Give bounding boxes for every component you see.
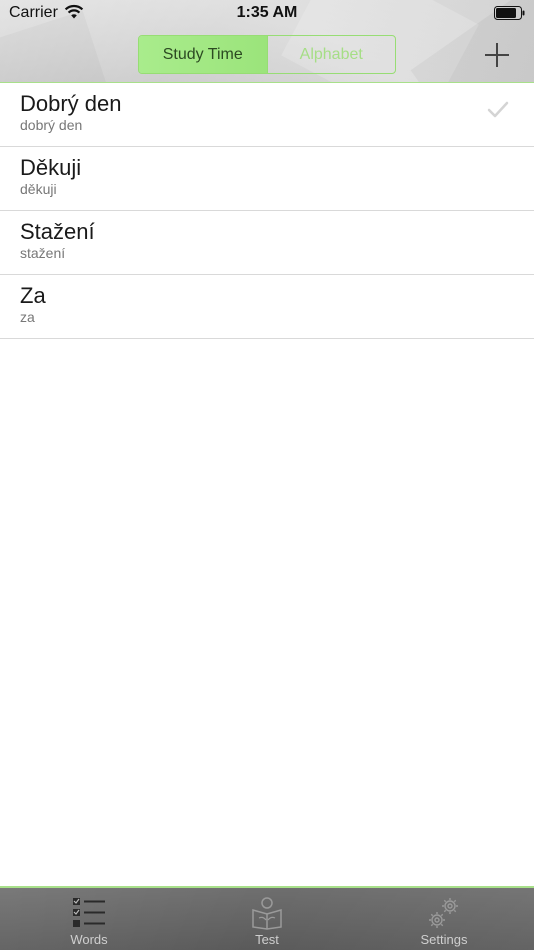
navigation-header: Carrier 1:35 AM Study Time Alphabet (0, 0, 534, 83)
checklist-icon (73, 898, 105, 927)
tab-settings[interactable]: Settings (384, 888, 504, 950)
list-item[interactable]: Dobrý den dobrý den (0, 83, 534, 147)
segment-study-time[interactable]: Study Time (139, 36, 267, 73)
word-pronunciation: za (20, 309, 35, 325)
segment-alphabet[interactable]: Alphabet (266, 36, 396, 73)
tab-label: Test (255, 932, 279, 947)
word-pronunciation: dobrý den (20, 117, 83, 133)
status-time: 1:35 AM (236, 4, 298, 21)
reading-person-icon (252, 897, 282, 930)
word-list: Dobrý den dobrý den Děkuji děkuji Stažen… (0, 83, 534, 339)
tab-words[interactable]: Words (29, 888, 149, 950)
word-title: Dobrý den (20, 91, 122, 116)
word-pronunciation: děkuji (20, 181, 57, 197)
status-bar: Carrier 1:35 AM (0, 0, 534, 28)
tab-label: Settings (420, 932, 468, 947)
tab-bar: Words Test Settings (0, 886, 534, 950)
word-title: Za (20, 283, 46, 308)
checkmark-icon (487, 101, 509, 118)
segmented-control: Study Time Alphabet (138, 35, 396, 74)
list-item[interactable]: Stažení stažení (0, 211, 534, 275)
list-item[interactable]: Za za (0, 275, 534, 339)
plus-icon[interactable] (484, 42, 510, 68)
tab-test[interactable]: Test (207, 888, 327, 950)
word-pronunciation: stažení (20, 245, 66, 261)
list-item[interactable]: Děkuji děkuji (0, 147, 534, 211)
word-title: Děkuji (20, 155, 82, 180)
gears-icon (429, 898, 458, 928)
tab-label: Words (70, 932, 108, 947)
battery-icon (494, 6, 525, 20)
word-title: Stažení (20, 219, 95, 244)
